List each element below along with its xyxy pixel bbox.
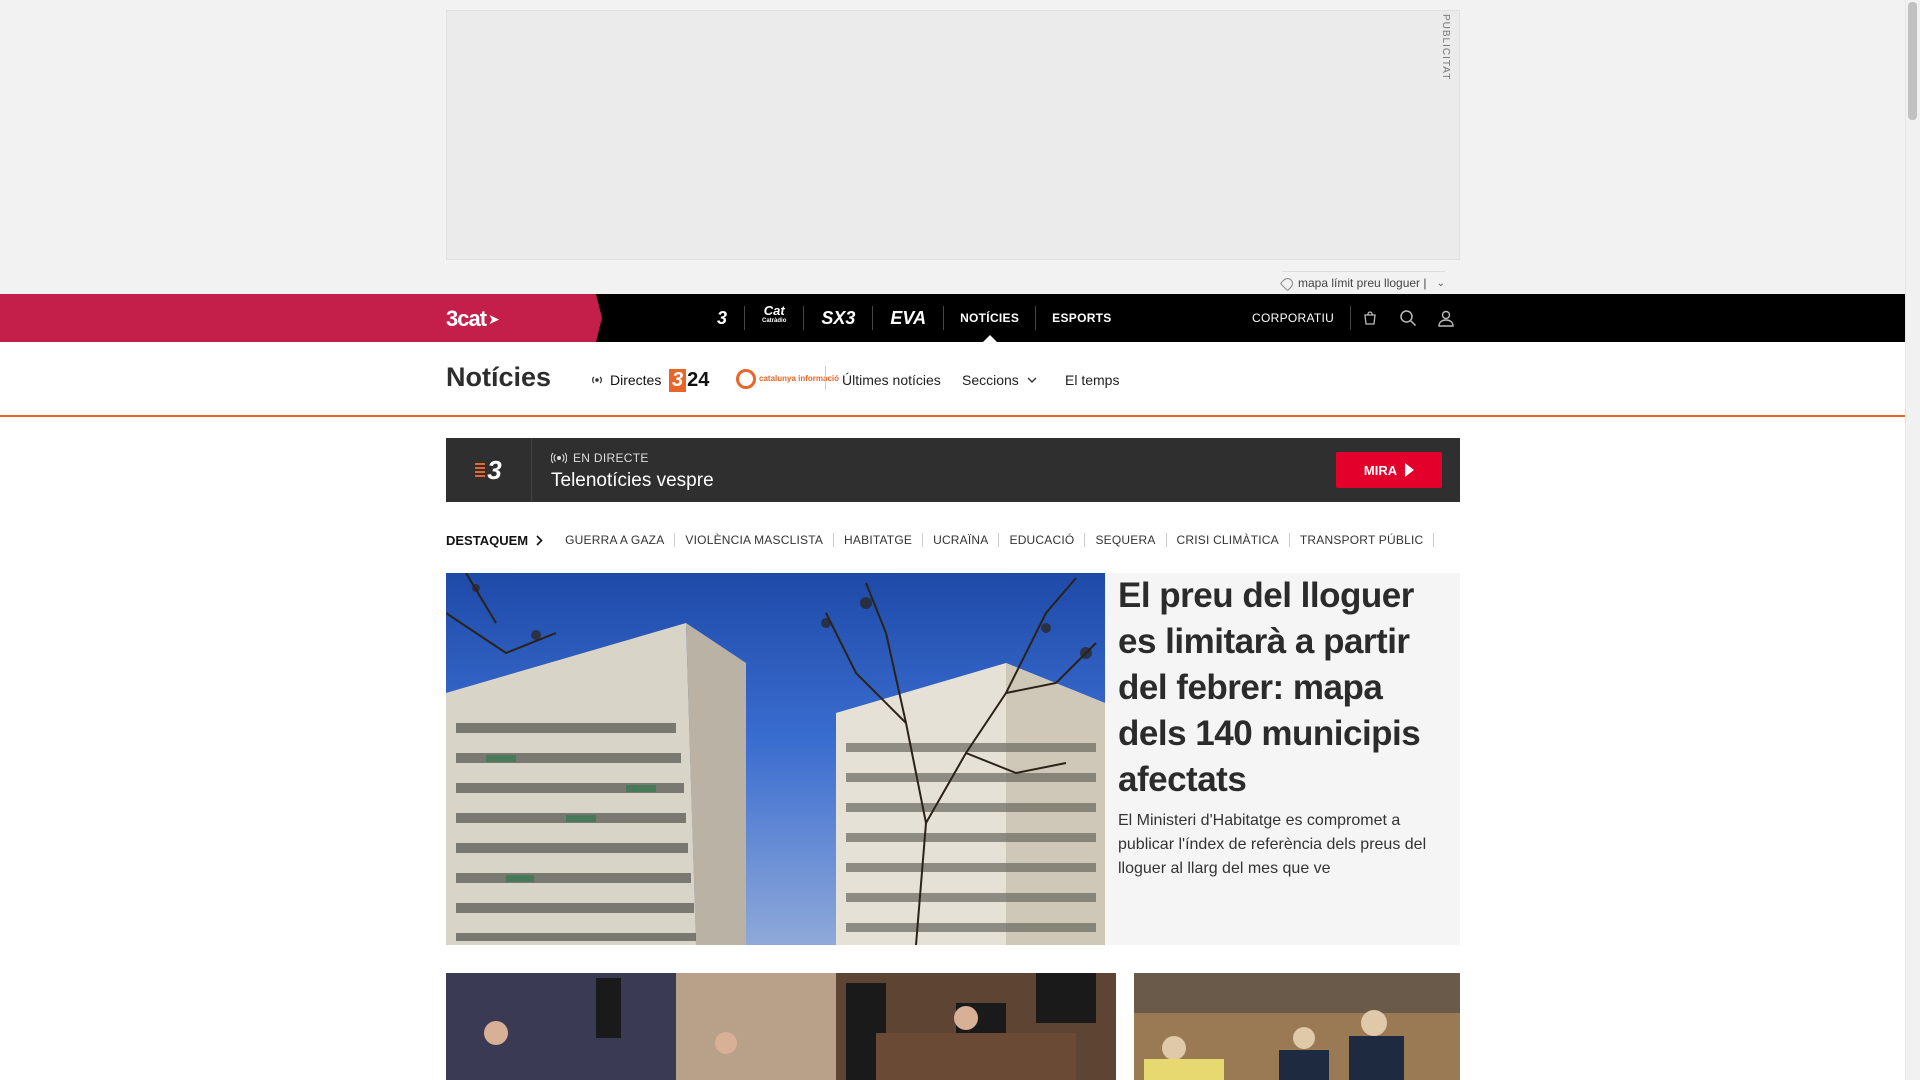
channel-nav: 3 Cat Catràdio SX3 EVA NOTÍCIES ESPORTS [700,294,1128,342]
stripes-icon [475,463,486,477]
topic-link[interactable]: GUERRA A GAZA [555,533,676,547]
topic-link[interactable]: SEQUERA [1085,533,1167,547]
user-icon[interactable] [1436,306,1456,330]
divider [825,366,826,390]
seccions-dropdown[interactable]: Seccions [962,372,1037,388]
tv3-logo-icon[interactable]: 3 [700,306,746,330]
destaquem-label[interactable]: DESTAQUEM [446,533,555,548]
lead-article-image[interactable] [446,573,1105,945]
top-icons [1360,306,1456,330]
catradio-logo-icon[interactable]: Cat Catràdio [745,303,805,330]
live-signal-icon [592,376,602,384]
ci-circle-icon [736,369,756,389]
live-tag: EN DIRECTE [551,451,649,465]
chevron-down-icon: ⌄ [1436,277,1445,289]
play-icon [1405,463,1415,477]
topic-link[interactable]: UCRAÏNA [923,533,1000,547]
brand-strip [0,294,602,342]
channel-eva-label: EVA [890,307,927,328]
article-card-image[interactable] [446,973,1116,1080]
seccions-label: Seccions [962,372,1019,388]
tag-icon [1279,275,1296,291]
senate-photo [1134,973,1460,1080]
directes-link[interactable]: Directes [590,372,661,388]
search-icon[interactable] [1398,306,1418,330]
brand-arrow-icon: ➤ [488,310,500,327]
article-card-image[interactable] [1134,973,1460,1080]
watch-button-label: MIRA [1363,462,1398,478]
lead-summary: El Ministeri d'Habitatge es compromet a … [1118,812,1427,877]
shop-bag-icon[interactable] [1360,306,1380,330]
nav-corporatiu[interactable]: CORPORATIU [1252,306,1352,330]
tv3-channel-logo: 3 [446,438,532,502]
top-navigation-bar: 3cat ➤ 3 Cat Catràdio SX3 EVA NOTÍCIES E… [0,294,1905,342]
topic-link[interactable]: TRANSPORT PÚBLIC [1290,533,1435,547]
advertisement-label: PUBLICITAT [1440,14,1451,81]
parliament-photo [446,973,1116,1080]
logo-324-three: 3 [669,369,687,392]
channel-catradio-label: Cat [763,303,785,318]
eva-logo-icon[interactable]: EVA [873,306,945,330]
directes-label: Directes [610,372,662,388]
scrollbar-thumb[interactable] [1908,2,1917,120]
channel-tv3-label: 3 [717,307,728,328]
topic-link[interactable]: CRISI CLIMÀTICA [1167,533,1290,547]
sx3-logo-icon[interactable]: SX3 [804,306,874,330]
logo-324-text: 24 [687,369,710,391]
channel-sx3-label: SX3 [821,307,856,328]
live-tag-text: EN DIRECTE [573,451,649,465]
chevron-right-icon [536,534,543,546]
chevron-down-icon [1027,377,1037,383]
live-banner[interactable]: 3 EN DIRECTE Telenotícies vespre MIRA [446,438,1460,502]
advertisement-zone: PUBLICITAT mapa límit preu lloguer | ⌄ [0,0,1905,294]
page-scrollbar[interactable] [1905,0,1920,1080]
live-channel-logo-text: 3 [487,454,502,485]
logo-ci-text: catalunya informació [759,374,840,383]
link-el-temps[interactable]: El temps [1065,372,1119,388]
logo-catalunya-informacio[interactable]: catalunya informació [736,369,839,389]
logo-324[interactable]: 3 24 [669,369,709,392]
lead-headline[interactable]: El preu del lloguer es limitarà a partir… [1118,573,1448,803]
section-header: Notícies Directes 3 24 catalunya informa… [0,342,1905,417]
destaquem-text: DESTAQUEM [446,532,529,548]
topic-link[interactable]: HABITATGE [834,533,924,547]
channel-catradio-sub: Catràdio [762,318,787,324]
advertisement-banner[interactable] [446,10,1460,260]
link-ultimes-noticies[interactable]: Últimes notícies [842,372,941,388]
nav-esports[interactable]: ESPORTS [1036,306,1127,330]
brand-logo-3cat[interactable]: 3cat ➤ [446,306,500,332]
nav-noticies[interactable]: NOTÍCIES [944,306,1037,342]
topic-link[interactable]: EDUCACIÓ [999,533,1086,547]
live-program-title: Telenotícies vespre [551,470,714,491]
topic-link[interactable]: VIOLÈNCIA MASCLISTA [675,533,835,547]
apartment-buildings-photo [446,573,1105,945]
section-title[interactable]: Notícies [446,362,551,393]
ad-keyword-text: mapa límit preu lloguer | [1298,276,1427,290]
lead-article[interactable]: El preu del lloguer es limitarà a partir… [446,573,1460,945]
live-signal-icon [551,452,567,464]
featured-topics-bar: DESTAQUEM GUERRA A GAZA VIOLÈNCIA MASCLI… [446,532,1435,548]
brand-logo-text: 3cat [446,306,487,331]
ad-keyword-chip[interactable]: mapa límit preu lloguer | ⌄ [1279,271,1445,291]
watch-button[interactable]: MIRA [1336,452,1442,488]
